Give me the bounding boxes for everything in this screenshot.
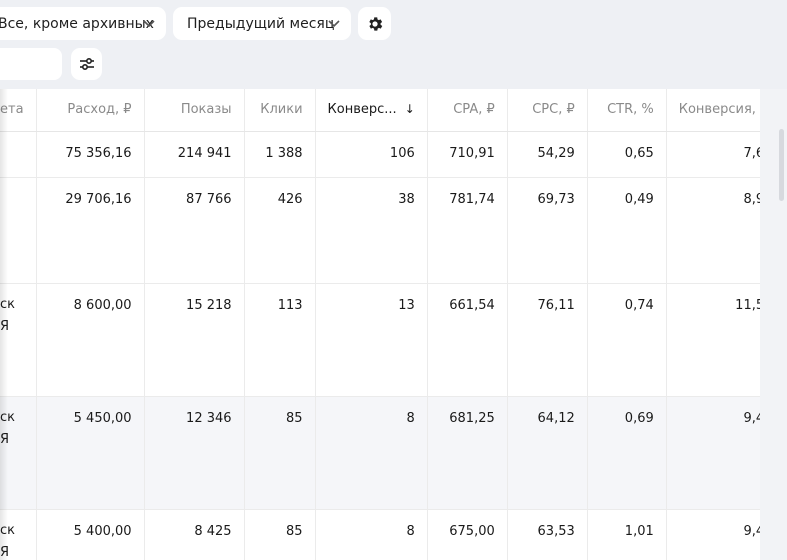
cell-conversions: 8 xyxy=(315,509,428,560)
cell-impressions: 87 766 xyxy=(144,177,245,284)
table-row[interactable]: 75 356,16 214 941 1 388 106 710,91 54,29… xyxy=(0,131,786,178)
table-row[interactable]: скЯ 5 450,00 12 346 85 8 681,25 64,12 0,… xyxy=(0,396,786,510)
period-select[interactable]: Предыдущий месяц xyxy=(173,7,351,40)
column-header-impressions[interactable]: Показы xyxy=(144,89,245,132)
column-header-spend[interactable]: Расход, ₽ xyxy=(36,89,145,132)
column-header-ctr[interactable]: CTR, % xyxy=(587,89,667,132)
gear-icon xyxy=(368,16,382,31)
cell-cpc: 76,11 xyxy=(507,283,588,397)
scrollbar-thumb[interactable] xyxy=(779,129,784,201)
cell-clicks: 113 xyxy=(244,283,316,397)
table-row[interactable]: скЯ 8 600,00 15 218 113 13 661,54 76,11 … xyxy=(0,283,786,397)
table-row[interactable]: скЯ 5 400,00 8 425 85 8 675,00 63,53 1,0… xyxy=(0,509,786,560)
settings-button[interactable] xyxy=(358,7,391,40)
status-select-value: Все, кроме архивных xyxy=(0,15,154,32)
cell-cpc: 54,29 xyxy=(507,131,588,178)
cell-cpc: 63,53 xyxy=(507,509,588,560)
scroll-shadow xyxy=(0,89,8,560)
column-header-conversions-label: Конверс... xyxy=(327,102,397,118)
filter-bar: Все, кроме архивных Предыдущий месяц xyxy=(0,0,787,90)
chevron-down-icon xyxy=(143,20,155,28)
cell-spend: 75 356,16 xyxy=(36,131,145,178)
chevron-down-icon xyxy=(328,20,340,28)
cell-cpa: 781,74 xyxy=(427,177,508,284)
cell-impressions: 8 425 xyxy=(144,509,245,560)
cell-ctr: 0,74 xyxy=(587,283,667,397)
cell-spend: 5 400,00 xyxy=(36,509,145,560)
column-header-conversions[interactable]: Конверс... ↓ xyxy=(315,89,428,132)
cell-conversions: 38 xyxy=(315,177,428,284)
table-row[interactable]: 29 706,16 87 766 426 38 781,74 69,73 0,4… xyxy=(0,177,786,284)
cell-clicks: 85 xyxy=(244,396,316,510)
cell-conversions: 13 xyxy=(315,283,428,397)
column-settings-button[interactable] xyxy=(71,48,102,80)
cell-clicks: 426 xyxy=(244,177,316,284)
cell-cpa: 681,25 xyxy=(427,396,508,510)
cell-cpa: 661,54 xyxy=(427,283,508,397)
cell-ctr: 0,49 xyxy=(587,177,667,284)
cell-clicks: 85 xyxy=(244,509,316,560)
table-header-row: ета Расход, ₽ Показы Клики Конверс... ↓ C… xyxy=(0,89,786,132)
column-header-clicks[interactable]: Клики xyxy=(244,89,316,132)
cell-spend: 8 600,00 xyxy=(36,283,145,397)
cell-cpc: 69,73 xyxy=(507,177,588,284)
search-input[interactable] xyxy=(0,48,62,80)
cell-ctr: 0,69 xyxy=(587,396,667,510)
cell-conversions: 106 xyxy=(315,131,428,178)
stats-table: ета Расход, ₽ Показы Клики Конверс... ↓ C… xyxy=(0,89,786,560)
period-select-value: Предыдущий месяц xyxy=(187,15,335,32)
cell-conversions: 8 xyxy=(315,396,428,510)
cell-spend: 5 450,00 xyxy=(36,396,145,510)
column-header-cpa[interactable]: CPA, ₽ xyxy=(427,89,508,132)
cell-cpa: 675,00 xyxy=(427,509,508,560)
cell-impressions: 12 346 xyxy=(144,396,245,510)
cell-impressions: 15 218 xyxy=(144,283,245,397)
column-header-cpc[interactable]: CPC, ₽ xyxy=(507,89,588,132)
cell-spend: 29 706,16 xyxy=(36,177,145,284)
sliders-icon xyxy=(79,57,94,71)
cell-ctr: 0,65 xyxy=(587,131,667,178)
cell-cpc: 64,12 xyxy=(507,396,588,510)
sort-down-arrow-icon: ↓ xyxy=(404,102,415,117)
stats-table-container: ета Расход, ₽ Показы Клики Конверс... ↓ C… xyxy=(0,89,787,560)
cell-ctr: 1,01 xyxy=(587,509,667,560)
cell-cpa: 710,91 xyxy=(427,131,508,178)
cell-impressions: 214 941 xyxy=(144,131,245,178)
cell-clicks: 1 388 xyxy=(244,131,316,178)
status-select[interactable]: Все, кроме архивных xyxy=(0,7,166,40)
